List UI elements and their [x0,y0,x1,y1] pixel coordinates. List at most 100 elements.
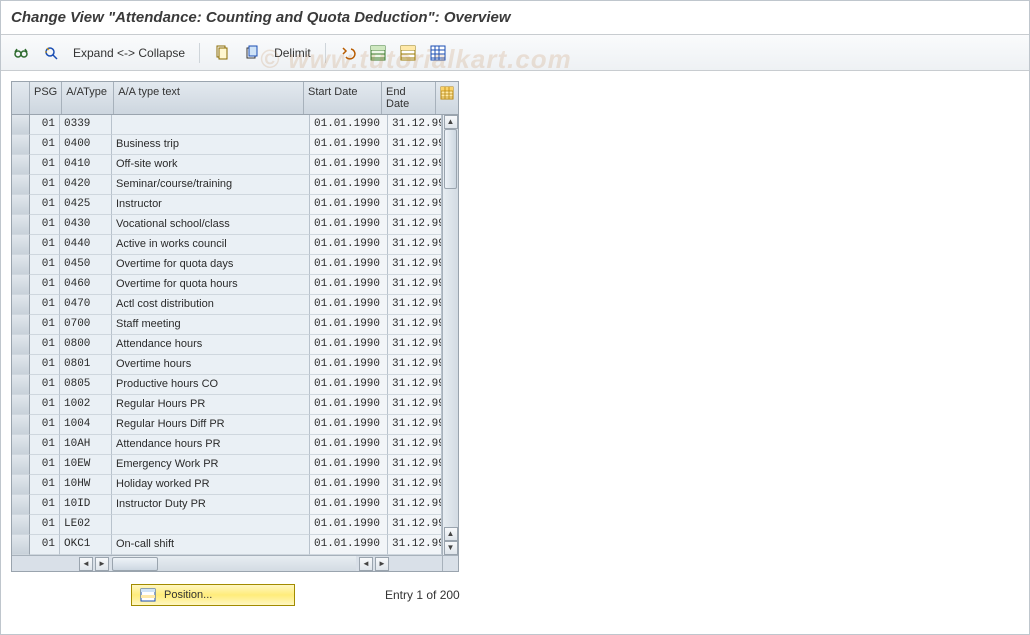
cell-psg[interactable]: 01 [30,495,60,515]
row-selector[interactable] [12,375,30,395]
cell-aa-type-text[interactable]: Emergency Work PR [112,455,310,475]
cell-start-date[interactable]: 01.01.1990 [310,235,388,255]
col-aa-type-text[interactable]: A/A type text [114,82,304,114]
cell-aa-type-text[interactable]: Off-site work [112,155,310,175]
cell-end-date[interactable]: 31.12.99 [388,135,442,155]
cell-start-date[interactable]: 01.01.1990 [310,275,388,295]
scroll-down-button[interactable]: ▼ [444,541,458,555]
row-selector[interactable] [12,455,30,475]
cell-start-date[interactable]: 01.01.1990 [310,115,388,135]
cell-end-date[interactable]: 31.12.99 [388,355,442,375]
cell-aa-type-text[interactable]: Instructor [112,195,310,215]
scroll-page-up-button[interactable]: ▲ [444,527,458,541]
cell-aa-type-text[interactable] [112,115,310,135]
row-selector[interactable] [12,235,30,255]
row-selector[interactable] [12,415,30,435]
cell-psg[interactable]: 01 [30,335,60,355]
row-selector[interactable] [12,255,30,275]
cell-aa-type[interactable]: 0430 [60,215,112,235]
cell-start-date[interactable]: 01.01.1990 [310,395,388,415]
row-selector[interactable] [12,315,30,335]
cell-aa-type[interactable]: 0700 [60,315,112,335]
cell-start-date[interactable]: 01.01.1990 [310,335,388,355]
cell-psg[interactable]: 01 [30,455,60,475]
cell-end-date[interactable]: 31.12.99 [388,255,442,275]
vscroll-thumb[interactable] [444,129,457,189]
deselect-all-button[interactable] [396,43,420,63]
cell-aa-type[interactable]: 1004 [60,415,112,435]
row-selector[interactable] [12,155,30,175]
cell-start-date[interactable]: 01.01.1990 [310,355,388,375]
cell-start-date[interactable]: 01.01.1990 [310,495,388,515]
cell-end-date[interactable]: 31.12.99 [388,115,442,135]
delimit-button[interactable]: Delimit [270,44,315,62]
cell-aa-type-text[interactable]: Instructor Duty PR [112,495,310,515]
cell-aa-type[interactable]: 10AH [60,435,112,455]
horizontal-scrollbar[interactable] [112,556,356,571]
cell-end-date[interactable]: 31.12.99 [388,395,442,415]
row-selector[interactable] [12,435,30,455]
cell-psg[interactable]: 01 [30,355,60,375]
cell-start-date[interactable]: 01.01.1990 [310,515,388,535]
cell-end-date[interactable]: 31.12.99 [388,375,442,395]
cell-end-date[interactable]: 31.12.99 [388,455,442,475]
cell-aa-type[interactable]: 0805 [60,375,112,395]
cell-end-date[interactable]: 31.12.99 [388,315,442,335]
cell-start-date[interactable]: 01.01.1990 [310,255,388,275]
col-psg[interactable]: PSG [30,82,62,114]
cell-aa-type[interactable]: 0800 [60,335,112,355]
cell-psg[interactable]: 01 [30,215,60,235]
cell-end-date[interactable]: 31.12.99 [388,535,442,555]
table-settings-button[interactable] [426,43,450,63]
cell-end-date[interactable]: 31.12.99 [388,435,442,455]
cell-aa-type-text[interactable]: Actl cost distribution [112,295,310,315]
cell-psg[interactable]: 01 [30,115,60,135]
cell-aa-type-text[interactable]: Overtime for quota days [112,255,310,275]
cell-psg[interactable]: 01 [30,295,60,315]
cell-start-date[interactable]: 01.01.1990 [310,415,388,435]
cell-end-date[interactable]: 31.12.99 [388,155,442,175]
cell-psg[interactable]: 01 [30,255,60,275]
vertical-scrollbar[interactable]: ▲ ▲ ▼ [442,115,458,555]
cell-aa-type-text[interactable]: Business trip [112,135,310,155]
hscroll-right-step-button[interactable]: ► [95,557,109,571]
cell-aa-type[interactable]: 0425 [60,195,112,215]
cell-end-date[interactable]: 31.12.99 [388,475,442,495]
cell-aa-type[interactable]: 1002 [60,395,112,415]
cell-aa-type[interactable]: 10HW [60,475,112,495]
row-selector[interactable] [12,175,30,195]
cell-end-date[interactable]: 31.12.99 [388,295,442,315]
row-selector[interactable] [12,335,30,355]
cell-start-date[interactable]: 01.01.1990 [310,375,388,395]
cell-aa-type[interactable]: OKC1 [60,535,112,555]
cell-psg[interactable]: 01 [30,275,60,295]
cell-end-date[interactable]: 31.12.99 [388,215,442,235]
row-selector[interactable] [12,215,30,235]
cell-psg[interactable]: 01 [30,195,60,215]
row-selector[interactable] [12,355,30,375]
cell-psg[interactable]: 01 [30,135,60,155]
row-selector[interactable] [12,395,30,415]
cell-end-date[interactable]: 31.12.99 [388,235,442,255]
refresh-button[interactable] [39,43,63,63]
cell-psg[interactable]: 01 [30,415,60,435]
cell-aa-type-text[interactable]: Overtime for quota hours [112,275,310,295]
cell-psg[interactable]: 01 [30,515,60,535]
cell-psg[interactable]: 01 [30,475,60,495]
select-all-button[interactable] [366,43,390,63]
cell-start-date[interactable]: 01.01.1990 [310,315,388,335]
cell-end-date[interactable]: 31.12.99 [388,335,442,355]
cell-start-date[interactable]: 01.01.1990 [310,135,388,155]
cell-end-date[interactable]: 31.12.99 [388,415,442,435]
cell-aa-type-text[interactable]: Vocational school/class [112,215,310,235]
cell-start-date[interactable]: 01.01.1990 [310,295,388,315]
cell-psg[interactable]: 01 [30,395,60,415]
expand-collapse-button[interactable]: Expand <-> Collapse [69,44,189,62]
details-button[interactable] [9,43,33,63]
cell-psg[interactable]: 01 [30,375,60,395]
col-end-date[interactable]: End Date [382,82,436,114]
cell-aa-type-text[interactable]: Holiday worked PR [112,475,310,495]
row-selector[interactable] [12,275,30,295]
cell-end-date[interactable]: 31.12.99 [388,275,442,295]
row-selector[interactable] [12,475,30,495]
